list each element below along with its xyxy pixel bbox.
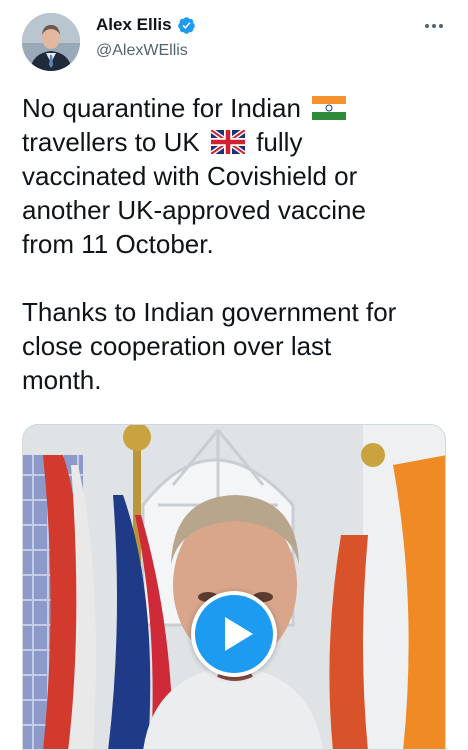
tweet-line: travellers to UK (22, 127, 200, 157)
tweet-line: month. (22, 365, 102, 395)
play-icon (195, 595, 273, 673)
tweet-line: vaccinated with Covishield or (22, 161, 358, 191)
verified-badge-icon (177, 16, 195, 34)
tweet-paragraph-2: Thanks to Indian government for close co… (22, 295, 452, 397)
tweet-line: Thanks to Indian government for (22, 297, 397, 327)
author-name-row[interactable]: Alex Ellis (96, 15, 196, 35)
avatar[interactable] (22, 13, 80, 71)
tweet-line: from 11 October. (22, 229, 214, 259)
flag-india-icon (312, 96, 347, 120)
play-button[interactable] (191, 591, 277, 677)
more-options-icon[interactable] (422, 14, 446, 38)
avatar-image (22, 13, 80, 71)
tweet-line: fully (256, 127, 303, 157)
tweet-paragraph-1: No quarantine for Indian travellers to U… (22, 91, 452, 261)
flag-uk-icon (210, 130, 245, 154)
tweet-text: No quarantine for Indian travellers to U… (22, 91, 452, 397)
video-thumbnail[interactable] (22, 424, 446, 750)
tweet-line: No quarantine for Indian (22, 93, 301, 123)
author-handle[interactable]: @AlexWEllis (96, 42, 188, 60)
author-display-name[interactable]: Alex Ellis (96, 15, 172, 35)
tweet-line: close cooperation over last (22, 331, 332, 361)
tweet-line: another UK-approved vaccine (22, 195, 366, 225)
video-frame-image (23, 425, 445, 749)
